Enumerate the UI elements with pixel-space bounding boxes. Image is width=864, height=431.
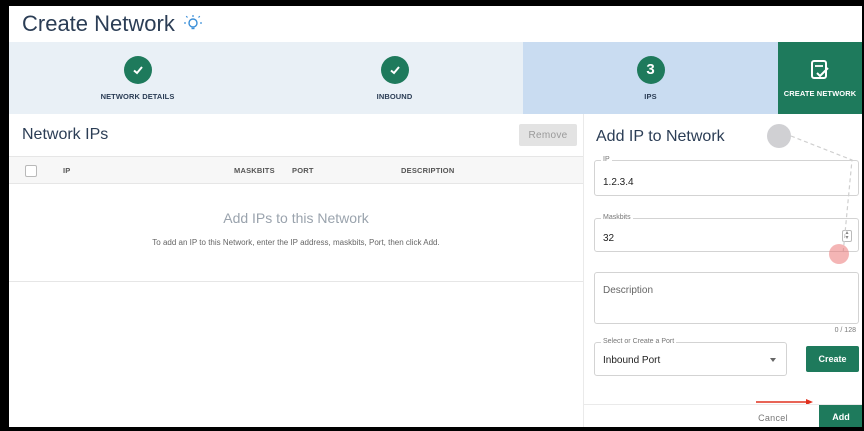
touch-indicator-start — [767, 124, 791, 148]
create-network-icon — [809, 59, 831, 81]
port-select-value[interactable]: Inbound Port — [603, 355, 660, 366]
create-port-button[interactable]: Create — [806, 346, 859, 372]
network-ips-header: Network IPs Remove — [9, 114, 583, 156]
title-bar: Create Network — [9, 6, 862, 42]
stepper: NETWORK DETAILS INBOUND 3 IPS CREATE NET… — [9, 42, 862, 114]
maskbits-stepper-icon[interactable]: ▴ ▾ — [842, 230, 852, 242]
add-button[interactable]: Add — [819, 405, 862, 427]
chevron-down-icon[interactable] — [770, 358, 776, 362]
app-window: Create Network NETWORK DETAILS INBOUND 3… — [9, 6, 862, 427]
step-label: IPS — [644, 91, 657, 101]
panel-footer: Cancel Add — [584, 404, 862, 427]
column-header-description[interactable]: DESCRIPTION — [401, 166, 454, 175]
step-inbound[interactable]: INBOUND — [266, 42, 523, 114]
select-all-checkbox[interactable] — [25, 165, 37, 177]
description-counter: 0 / 128 — [834, 327, 856, 334]
network-ips-panel: Network IPs Remove IP MASKBITS PORT DESC… — [9, 114, 583, 427]
maskbits-field[interactable]: Maskbits 32 ▴ ▾ — [594, 214, 859, 252]
column-header-port[interactable]: PORT — [292, 166, 314, 175]
step-label: NETWORK DETAILS — [100, 91, 175, 101]
page-title: Create Network — [22, 11, 175, 36]
column-header-maskbits[interactable]: MASKBITS — [234, 166, 275, 175]
create-network-button[interactable]: CREATE NETWORK — [778, 42, 862, 114]
ip-field-label: IP — [601, 156, 612, 163]
ip-field-value[interactable]: 1.2.3.4 — [603, 177, 634, 188]
table-header: IP MASKBITS PORT DESCRIPTION — [9, 156, 583, 184]
port-select[interactable]: Select or Create a Port Inbound Port — [594, 338, 787, 376]
check-icon — [123, 55, 152, 84]
step-label: CREATE NETWORK — [783, 88, 857, 98]
maskbits-field-value[interactable]: 32 — [603, 233, 614, 244]
add-ip-title: Add IP to Network — [596, 128, 725, 145]
maskbits-field-label: Maskbits — [601, 214, 633, 221]
cancel-button[interactable]: Cancel — [748, 407, 798, 427]
remove-button[interactable]: Remove — [519, 124, 577, 146]
step-network-details[interactable]: NETWORK DETAILS — [9, 42, 266, 114]
description-field[interactable]: Description — [594, 272, 859, 324]
step-ips[interactable]: 3 IPS — [523, 42, 778, 114]
empty-state-title: Add IPs to this Network — [223, 210, 369, 226]
lightbulb-icon[interactable] — [183, 14, 203, 34]
touch-indicator-end — [829, 244, 849, 264]
empty-state: Add IPs to this Network To add an IP to … — [9, 184, 583, 282]
description-placeholder[interactable]: Description — [603, 285, 653, 296]
add-ip-panel: Add IP to Network IP 1.2.3.4 Maskbits 32… — [583, 114, 862, 427]
column-header-ip[interactable]: IP — [63, 166, 71, 175]
empty-state-subtitle: To add an IP to this Network, enter the … — [152, 238, 440, 247]
check-icon — [380, 55, 409, 84]
port-select-label: Select or Create a Port — [601, 338, 677, 345]
step-number: 3 — [636, 55, 665, 84]
step-label: INBOUND — [376, 91, 413, 101]
ip-field[interactable]: IP 1.2.3.4 — [594, 156, 859, 196]
network-ips-title: Network IPs — [22, 126, 109, 143]
